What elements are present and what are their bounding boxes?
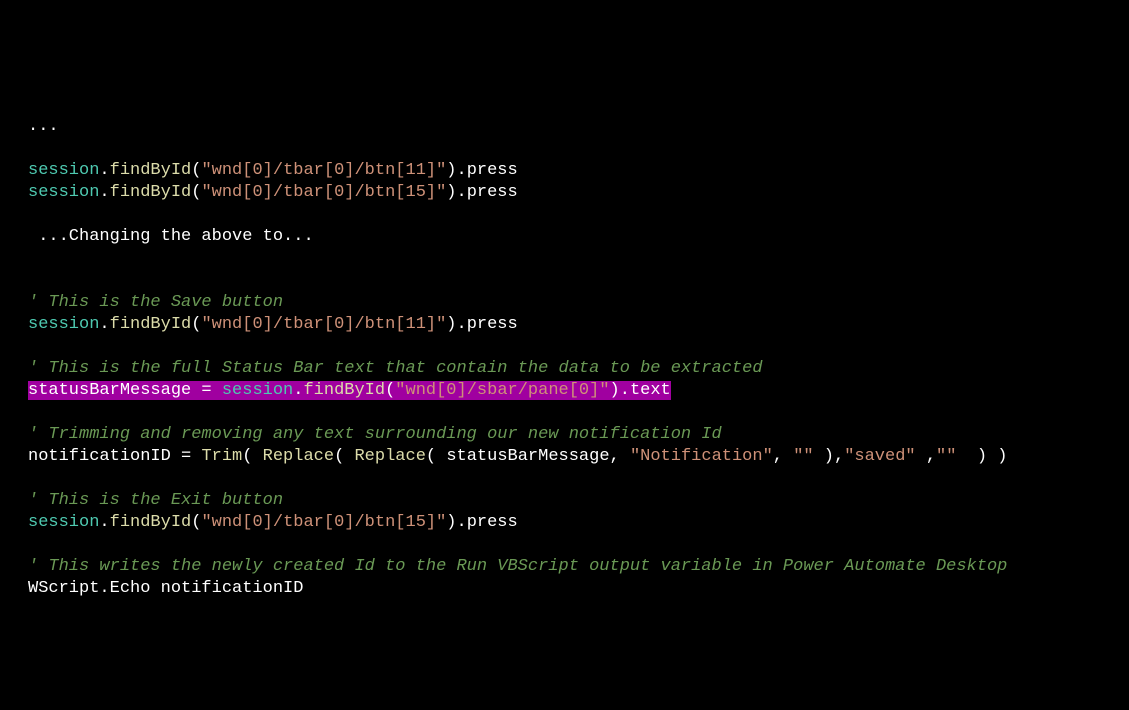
code-block: ...session.findById("wnd[0]/tbar[0]/btn[… — [28, 116, 1129, 600]
